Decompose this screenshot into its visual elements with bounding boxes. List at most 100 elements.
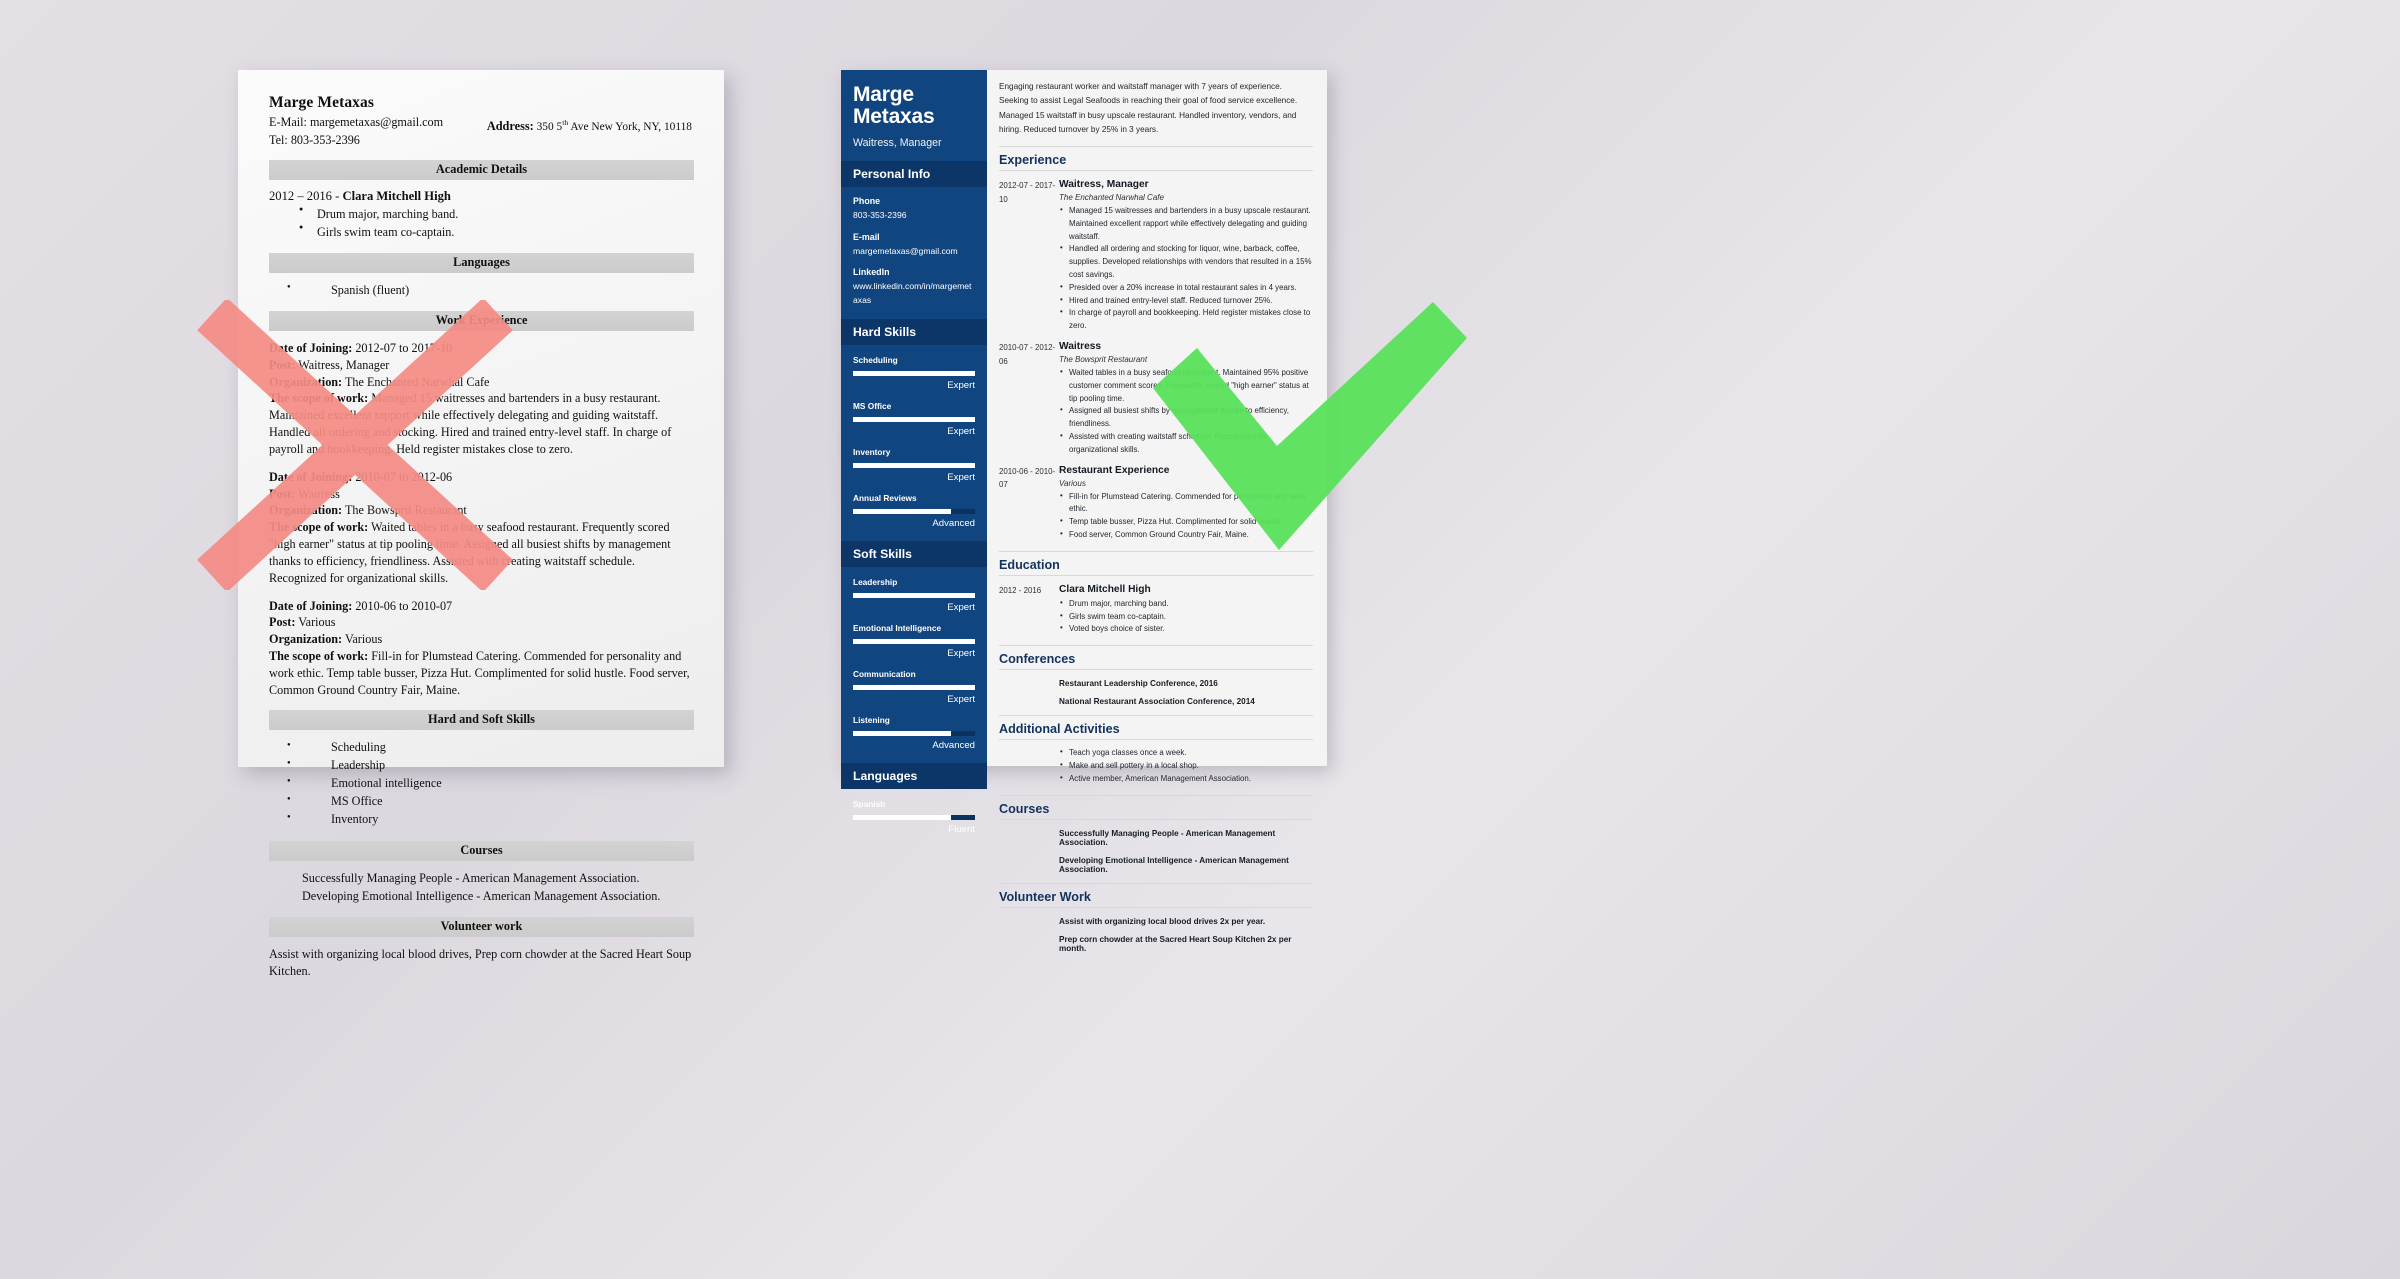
- list-item: Presided over a 20% increase in total re…: [1059, 281, 1313, 295]
- skill-name: Emotional Intelligence: [853, 623, 942, 634]
- bad-job-date-label: Date of Joining:: [269, 340, 353, 355]
- skill-level: Expert: [947, 602, 975, 614]
- bad-resume-tel: Tel: 803-353-2396: [269, 133, 360, 148]
- experience-entry: 2010-06 - 2010-07 Restaurant Experience …: [999, 465, 1313, 542]
- bad-academic-school: 2012 – 2016 - Clara Mitchell High: [269, 189, 694, 204]
- list-item: Successfully Managing People - American …: [1059, 828, 1276, 847]
- list-item: Spanish (fluent): [269, 282, 694, 299]
- sidebar-field-label: Phone: [853, 196, 881, 207]
- entry-org: The Bowsprit Restaurant: [1059, 355, 1148, 365]
- skill-level: Expert: [947, 648, 975, 660]
- bad-job-post-value: Waitress: [295, 486, 340, 501]
- skill-name: Leadership: [853, 577, 898, 588]
- list-item: Waited tables in a busy seafood restaura…: [1059, 366, 1313, 405]
- entry-bullets: Fill-in for Plumstead Catering. Commende…: [1059, 490, 1313, 542]
- sidebar-field-label: E-mail: [853, 231, 880, 242]
- list-item: Temp table busser, Pizza Hut. Compliment…: [1059, 515, 1313, 529]
- good-resume-sidebar: Marge Metaxas Waitress, Manager Personal…: [841, 70, 987, 835]
- sidebar-section-soft-skills: Soft Skills: [841, 541, 987, 568]
- section-additional-activities: Additional Activities: [999, 715, 1313, 741]
- list-item: Assigned all busiest shifts by managemen…: [1059, 404, 1313, 431]
- list-item: Girls swim team co-captain.: [1059, 610, 1313, 624]
- list-item: Developing Emotional Intelligence - Amer…: [1059, 855, 1289, 874]
- skill-level: Expert: [947, 694, 975, 706]
- section-conferences: Conferences: [999, 645, 1313, 671]
- bad-resume-address-street: 350 5: [536, 120, 563, 133]
- entry-role: Restaurant Experience: [1059, 464, 1170, 476]
- bad-job-date-label: Date of Joining:: [269, 598, 353, 613]
- list-item: Handled all ordering and stocking for li…: [1059, 242, 1313, 281]
- skill-name: Spanish: [853, 799, 886, 810]
- skill-bar: [853, 815, 975, 821]
- list-item: Assist with organizing local blood drive…: [1059, 916, 1266, 926]
- skill-level: Advanced: [932, 740, 975, 752]
- list-item: Successfully Managing People - American …: [302, 871, 640, 886]
- skill-bar: [853, 509, 975, 515]
- sidebar-field-label: LinkedIn: [853, 267, 890, 278]
- list-item: Prep corn chowder at the Sacred Heart So…: [1059, 934, 1292, 953]
- list-item: Managed 15 waitresses and bartenders in …: [1059, 204, 1313, 243]
- entry-date: 2010-07 - 2012-06: [999, 343, 1056, 366]
- list-item: MS Office: [269, 793, 694, 811]
- entry-bullets: Managed 15 waitresses and bartenders in …: [1059, 204, 1313, 333]
- bad-resume-address-rest: Ave New York, NY, 10118: [568, 120, 692, 133]
- bad-job-org-value: The Bowsprit Restaurant: [342, 503, 467, 518]
- bad-job-org-label: Organization:: [269, 503, 343, 518]
- bad-section-academic-details: Academic Details: [269, 160, 694, 181]
- skill-name: Annual Reviews: [853, 493, 917, 504]
- entry-org: The Enchanted Narwhal Cafe: [1059, 193, 1164, 203]
- bad-job-date-label: Date of Joining:: [269, 469, 353, 484]
- list-item: Girls swim team co-captain.: [269, 222, 694, 241]
- skill-level: Expert: [947, 426, 975, 438]
- bad-volunteer-text: Assist with organizing local blood drive…: [269, 946, 692, 978]
- entry-role: Clara Mitchell High: [1059, 583, 1151, 595]
- education-entry: 2012 - 2016 Clara Mitchell High Drum maj…: [999, 584, 1313, 636]
- skill-row: Listening Advanced: [841, 715, 987, 751]
- entry-role: Waitress, Manager: [1059, 179, 1149, 191]
- bad-academic-bullets: Drum major, marching band. Girls swim te…: [269, 205, 694, 241]
- sidebar-field-linkedin[interactable]: LinkedIn www.linkedin.com/in/margemetaxa…: [841, 267, 987, 307]
- skill-level: Advanced: [932, 518, 975, 530]
- good-resume-name-line2: Metaxas: [853, 105, 935, 129]
- entry-role: Waitress: [1059, 341, 1102, 353]
- list-item: Emotional intelligence: [269, 775, 694, 793]
- skill-bar: [853, 463, 975, 469]
- list-item: Active member, American Management Assoc…: [1059, 772, 1313, 786]
- skill-bar: [853, 731, 975, 737]
- list-item: Inventory: [269, 811, 694, 829]
- entry-bullets: Waited tables in a busy seafood restaura…: [1059, 366, 1313, 457]
- skill-bar: [853, 639, 975, 645]
- skill-name: Inventory: [853, 447, 891, 458]
- bad-section-volunteer-work: Volunteer work: [269, 916, 694, 937]
- list-item: Drum major, marching band.: [1059, 597, 1313, 611]
- bad-section-courses: Courses: [269, 841, 694, 862]
- entry-org: Various: [1059, 478, 1086, 488]
- bad-job-org-label: Organization:: [269, 632, 343, 647]
- list-item: Leadership: [269, 757, 694, 775]
- skill-bar: [853, 685, 975, 691]
- good-resume-document: Marge Metaxas Waitress, Manager Personal…: [841, 70, 1327, 953]
- section-volunteer-work: Volunteer Work: [999, 882, 1313, 908]
- list-item: Restaurant Leadership Conference, 2016: [1059, 679, 1218, 689]
- bad-academic-name: Clara Mitchell High: [342, 189, 451, 204]
- experience-entry: 2010-07 - 2012-06 Waitress The Bowsprit …: [999, 341, 1313, 457]
- skill-name: Listening: [853, 715, 890, 726]
- bad-job-org-value: The Enchanted Narwhal Cafe: [342, 374, 490, 389]
- entry-bullets: Drum major, marching band. Girls swim te…: [1059, 597, 1313, 636]
- experience-entry: 2012-07 - 2017-10 Waitress, Manager The …: [999, 179, 1313, 333]
- list-item: Fill-in for Plumstead Catering. Commende…: [1059, 490, 1313, 517]
- bad-job-date-value: 2012-07 to 2017-10: [352, 340, 453, 355]
- sidebar-field-value[interactable]: www.linkedin.com/in/margemetaxas: [853, 280, 975, 307]
- bad-section-languages: Languages: [269, 252, 694, 273]
- skill-row: Inventory Expert: [841, 447, 987, 483]
- bad-resume-address: Address: 350 5th Ave New York, NY, 10118: [487, 118, 692, 134]
- skill-level: Expert: [947, 472, 975, 484]
- volunteer-list: Assist with organizing local blood drive…: [1059, 917, 1313, 953]
- skill-bar: [853, 593, 975, 599]
- bad-job-entry: Date of Joining: 2012-07 to 2017-10 Post…: [269, 340, 694, 458]
- list-item: Assisted with creating waitstaff schedul…: [1059, 430, 1313, 457]
- bad-job-post-label: Post:: [269, 486, 296, 501]
- bad-job-scope-label: The scope of work:: [269, 520, 369, 535]
- sidebar-section-hard-skills: Hard Skills: [841, 319, 987, 346]
- list-item: Drum major, marching band.: [269, 205, 694, 223]
